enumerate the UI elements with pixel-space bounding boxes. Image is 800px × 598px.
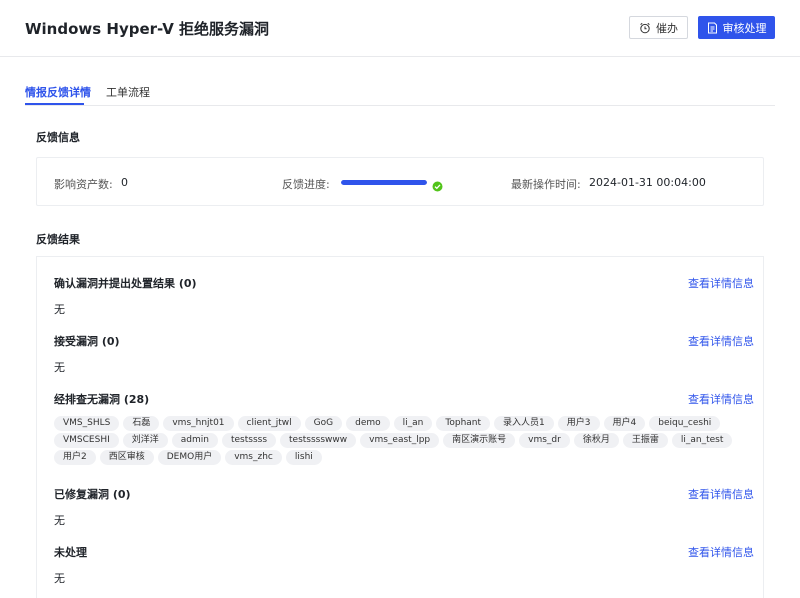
user-tag: VMSCESHI	[54, 433, 119, 448]
view-details-link[interactable]: 查看详情信息	[688, 275, 754, 291]
user-tag: DEMO用户	[157, 450, 222, 465]
feedback-progress-fill	[341, 180, 427, 185]
user-tag: 南区演示账号	[443, 433, 516, 448]
feedback-info-title: 反馈信息	[36, 131, 80, 144]
last-op-time: 2024-01-31 00:04:00	[589, 176, 706, 189]
empty-text: 无	[54, 514, 65, 527]
review-label: 审核处理	[722, 21, 767, 35]
user-tag: beiqu_ceshi	[649, 416, 721, 431]
empty-text: 无	[54, 303, 65, 316]
user-tag: VMS_SHLS	[54, 416, 120, 431]
active-tab-indicator	[25, 103, 84, 105]
view-details-link[interactable]: 查看详情信息	[688, 486, 754, 502]
user-tag: lishi	[285, 450, 322, 465]
detail-tabs: 情报反馈详情 工单流程	[25, 76, 775, 106]
progress-label: 反馈进度:	[282, 178, 330, 191]
group-title: 确认漏洞并提出处置结果 (0)	[54, 277, 197, 290]
empty-text: 无	[54, 572, 65, 585]
page-title: Windows Hyper-V 拒绝服务漏洞	[25, 20, 270, 38]
user-tag: 西区审核	[99, 450, 154, 465]
tab-feedback-detail[interactable]: 情报反馈详情	[25, 84, 91, 100]
alarm-clock-icon	[639, 22, 651, 34]
user-tag: vms_dr	[519, 433, 570, 448]
empty-text: 无	[54, 361, 65, 374]
last-op-label: 最新操作时间:	[511, 178, 581, 191]
user-tag: 刘洋洋	[122, 433, 168, 448]
group-title: 经排查无漏洞 (28)	[54, 393, 150, 406]
feedback-result-panel: 确认漏洞并提出处置结果 (0) 查看详情信息 无 接受漏洞 (0) 查看详情信息…	[36, 256, 764, 598]
user-tag: 用户3	[557, 416, 600, 431]
feedback-result-title: 反馈结果	[36, 233, 80, 246]
user-tag: li_an	[393, 416, 433, 431]
user-tag: vms_zhc	[225, 450, 282, 465]
user-tag: Tophant	[436, 416, 491, 431]
user-tag: li_an_test	[671, 433, 733, 448]
user-tag: vms_hnjt01	[163, 416, 234, 431]
page-header: Windows Hyper-V 拒绝服务漏洞 催办 审核处理	[0, 0, 800, 57]
user-tag: 王振雷	[622, 433, 668, 448]
user-tag: demo	[346, 416, 390, 431]
group-title: 未处理	[54, 546, 87, 559]
group-title: 接受漏洞 (0)	[54, 335, 120, 348]
user-tag: admin	[171, 433, 218, 448]
view-details-link[interactable]: 查看详情信息	[688, 391, 754, 407]
review-button[interactable]: 审核处理	[698, 16, 775, 39]
user-tag: GoG	[304, 416, 343, 431]
user-tag: testsssswww	[280, 433, 357, 448]
remind-button[interactable]: 催办	[629, 16, 688, 39]
user-tag: 石磊	[123, 416, 160, 431]
tab-workflow[interactable]: 工单流程	[106, 84, 150, 100]
view-details-link[interactable]: 查看详情信息	[688, 333, 754, 349]
user-tag: 徐秋月	[573, 433, 619, 448]
user-tag-list: VMS_SHLS 石磊 vms_hnjt01 client_jtwl GoG demo li…	[54, 416, 754, 465]
feedback-info-panel: 影响资产数: 0 反馈进度: 最新操作时间: 2024-01-31 00:04:…	[36, 157, 764, 206]
remind-label: 催办	[656, 21, 678, 35]
user-tag: vms_east_lpp	[360, 433, 440, 448]
view-details-link[interactable]: 查看详情信息	[688, 544, 754, 560]
user-tag: 用户4	[603, 416, 646, 431]
user-tag: testssss	[221, 433, 277, 448]
user-tag: 用户2	[54, 450, 96, 465]
document-icon	[707, 22, 718, 34]
user-tag: 录入人员1	[494, 416, 554, 431]
check-circle-icon	[432, 177, 443, 196]
feedback-progress-bar	[341, 180, 427, 185]
user-tag: client_jtwl	[237, 416, 301, 431]
asset-count-value: 0	[121, 176, 128, 189]
group-title: 已修复漏洞 (0)	[54, 488, 131, 501]
asset-count-label: 影响资产数:	[54, 178, 113, 191]
